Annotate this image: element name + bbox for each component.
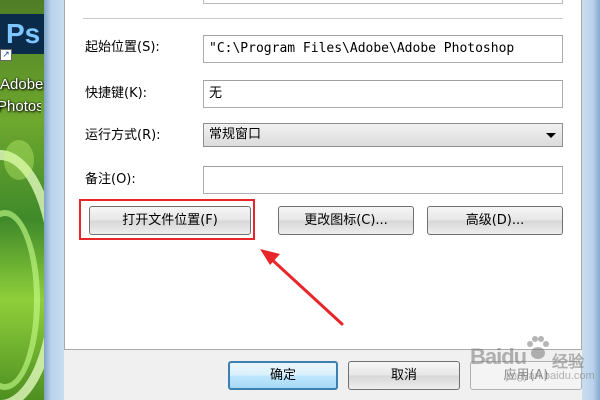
change-icon-button[interactable]: 更改图标(C)...: [278, 206, 414, 235]
comment-field[interactable]: [203, 166, 563, 194]
start-in-field[interactable]: "C:\Program Files\Adobe\Adobe Photoshop: [203, 35, 563, 63]
watermark-text: Baidu: [470, 344, 527, 369]
watermark-url: jingyan.baidu.com: [506, 370, 595, 382]
advanced-button[interactable]: 高级(D)...: [427, 206, 563, 235]
annotation-arrow-icon: [260, 249, 344, 326]
shortcut-key-label: 快捷键(K):: [85, 86, 148, 101]
run-select-value: 常规窗口: [209, 127, 262, 142]
cancel-button[interactable]: 取消: [348, 361, 460, 390]
desktop-icon-label-line2[interactable]: Photos: [0, 98, 41, 116]
comment-label: 备注(O):: [85, 172, 136, 187]
wallpaper-swirl: [4, 140, 34, 180]
ok-button[interactable]: 确定: [228, 361, 338, 390]
baidu-watermark: Baidu 经验 jingyan.baidu.com: [470, 326, 595, 386]
chevron-down-icon: [546, 133, 556, 138]
desktop-icon-label-line1[interactable]: Adobe: [0, 76, 44, 94]
shortcut-key-field[interactable]: 无: [203, 80, 563, 108]
start-in-label: 起始位置(S):: [85, 40, 160, 55]
desktop-background: Ps ↗ Adobe Photos: [0, 0, 44, 400]
shortcut-arrow-icon: ↗: [0, 49, 12, 61]
photoshop-shortcut-icon[interactable]: Ps: [0, 14, 44, 54]
separator: [83, 18, 563, 19]
run-select[interactable]: 常规窗口: [203, 123, 563, 147]
target-field[interactable]: [203, 0, 563, 4]
run-label: 运行方式(R):: [85, 128, 161, 143]
dialog-frame-left: [44, 0, 64, 400]
paw-icon: [527, 336, 549, 359]
watermark-sub: 经验: [552, 354, 585, 371]
annotation-highlight-box: [79, 199, 255, 240]
